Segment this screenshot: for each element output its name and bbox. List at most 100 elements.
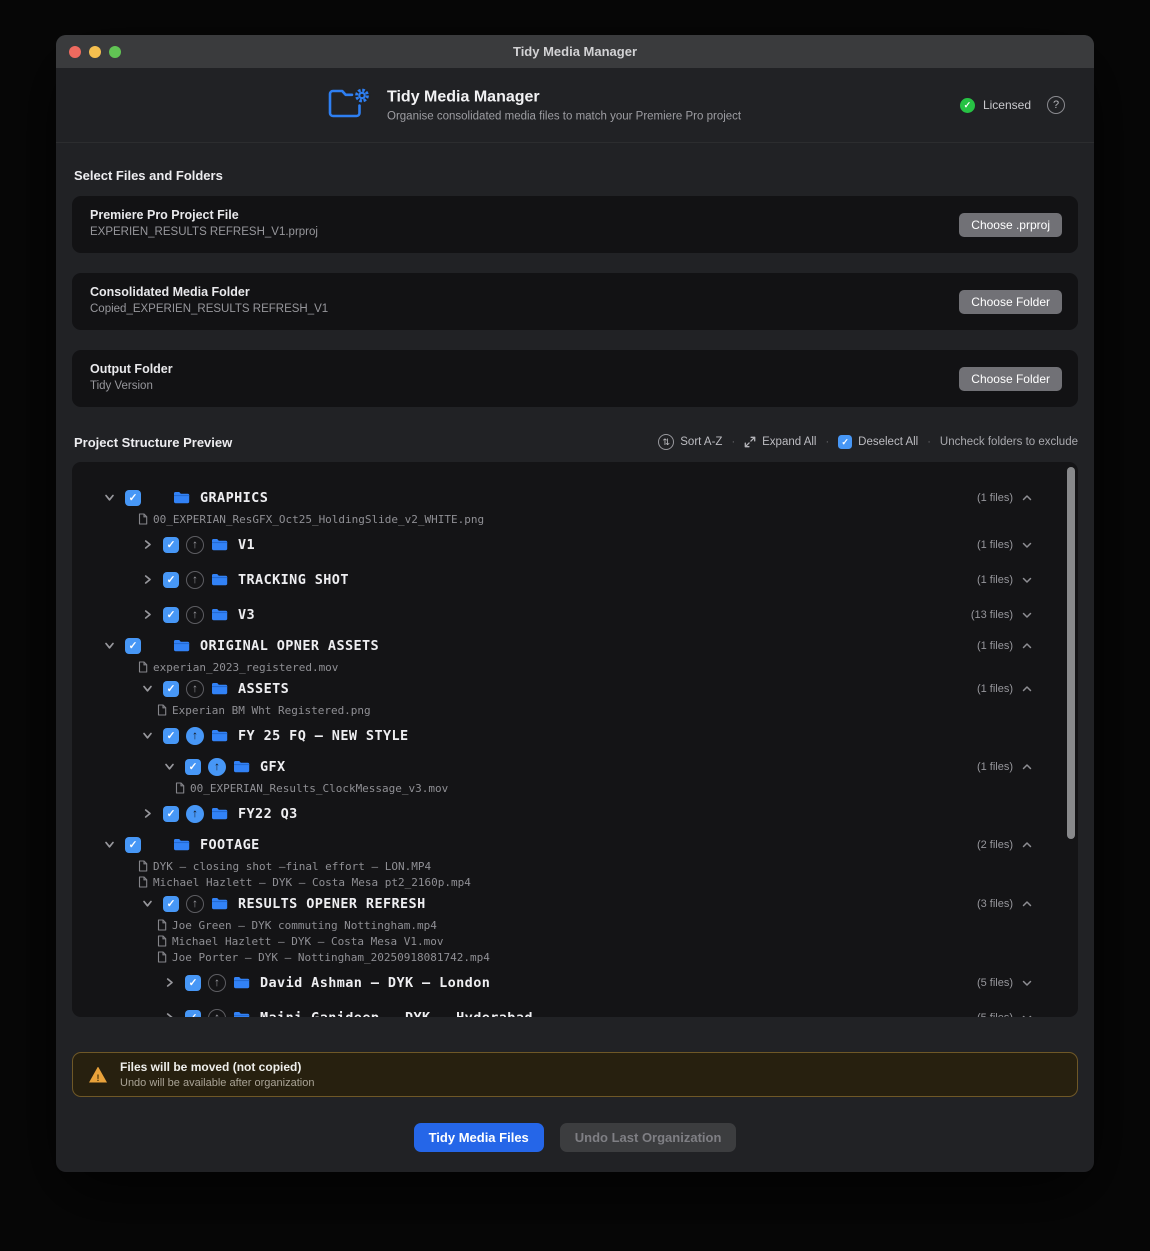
collapse-chevron-icon[interactable] [1022, 494, 1032, 502]
window-title: Tidy Media Manager [56, 44, 1094, 59]
move-up-icon[interactable]: ↑ [186, 606, 204, 624]
tree-folder-row[interactable]: ✓ ↑ David Ashman – DYK – London (5 files) [72, 965, 1078, 1000]
file-name: 00_EXPERIAN_Results_ClockMessage_v3.mov [190, 782, 448, 795]
tree-checkbox[interactable]: ✓ [163, 806, 179, 822]
project-file-card: Premiere Pro Project File EXPERIEN_RESUL… [72, 196, 1078, 253]
tree-checkbox[interactable]: ✓ [125, 837, 141, 853]
expand-chevron-icon[interactable] [1022, 541, 1032, 549]
warning-banner: ! Files will be moved (not copied) Undo … [72, 1052, 1078, 1097]
chevron-down-icon[interactable] [142, 683, 154, 694]
tree-checkbox[interactable]: ✓ [185, 975, 201, 991]
chevron-down-icon[interactable] [104, 839, 116, 850]
undo-last-organization-button[interactable]: Undo Last Organization [560, 1123, 737, 1152]
tree-folder-row[interactable]: ✓↑V1(1 files) [72, 527, 1078, 562]
select-section-heading: Select Files and Folders [74, 168, 1078, 183]
move-up-icon[interactable]: ↑ [186, 680, 204, 698]
chevron-right-icon[interactable] [164, 1012, 176, 1017]
scrollbar-thumb[interactable] [1067, 467, 1075, 839]
deselect-all-checkbox[interactable]: ✓ [838, 435, 852, 449]
move-up-icon[interactable]: ↑ [208, 1009, 226, 1018]
expand-all-button[interactable]: Expand All [744, 436, 816, 448]
collapse-chevron-icon[interactable] [1022, 642, 1032, 650]
licensed-label: Licensed [983, 98, 1031, 112]
tree-checkbox[interactable]: ✓ [163, 728, 179, 744]
tree-folder-row[interactable]: ✓FOOTAGE(2 files) [72, 831, 1078, 858]
file-icon [138, 860, 148, 872]
move-up-icon[interactable]: ↑ [186, 536, 204, 554]
choose-prproj-button[interactable]: Choose .prproj [959, 213, 1062, 237]
chevron-down-icon[interactable] [104, 492, 116, 503]
sort-az-button[interactable]: ⇅ Sort A-Z [658, 434, 722, 450]
tree-checkbox[interactable]: ✓ [163, 537, 179, 553]
tree-checkbox[interactable]: ✓ [163, 896, 179, 912]
tree-folder-row[interactable]: ✓↑FY22 Q3 [72, 796, 1078, 831]
project-file-label: Premiere Pro Project File [90, 208, 1062, 222]
collapse-chevron-icon[interactable] [1022, 900, 1032, 908]
move-up-icon[interactable]: ↑ [208, 758, 226, 776]
tree-file-row: Michael Hazlett – DYK – Costa Mesa pt2_2… [72, 874, 1078, 890]
licensed-seal-icon: ✓ [960, 98, 975, 113]
move-up-icon[interactable]: ↑ [186, 805, 204, 823]
file-count: (5 files) [977, 977, 1013, 989]
folder-name: RESULTS OPENER REFRESH [238, 896, 426, 912]
file-name: 00_EXPERIAN_ResGFX_Oct25_HoldingSlide_v2… [153, 513, 484, 526]
chevron-right-icon[interactable] [142, 609, 154, 620]
tree-folder-row[interactable]: ✓↑GFX(1 files) [72, 753, 1078, 780]
chevron-down-icon[interactable] [164, 761, 176, 772]
tree-folder-row[interactable]: ✓GRAPHICS(1 files) [72, 484, 1078, 511]
file-icon [157, 919, 167, 931]
file-count: (2 files) [977, 839, 1013, 851]
folder-name: GFX [260, 759, 286, 775]
collapse-chevron-icon[interactable] [1022, 685, 1032, 693]
move-up-icon[interactable]: ↑ [186, 571, 204, 589]
tree-checkbox[interactable]: ✓ [163, 681, 179, 697]
move-up-icon[interactable]: ↑ [208, 974, 226, 992]
chevron-right-icon[interactable] [164, 977, 176, 988]
file-icon [175, 782, 185, 794]
chevron-down-icon[interactable] [104, 640, 116, 651]
folder-icon [173, 639, 190, 652]
tree-folder-row[interactable]: ✓ORIGINAL OPNER ASSETS(1 files) [72, 632, 1078, 659]
chevron-right-icon[interactable] [142, 808, 154, 819]
tree-folder-row[interactable]: ✓↑ASSETS(1 files) [72, 675, 1078, 702]
move-up-icon[interactable]: ↑ [186, 895, 204, 913]
tree-checkbox[interactable]: ✓ [185, 759, 201, 775]
separator-dot: · [825, 436, 829, 448]
tree-checkbox[interactable]: ✓ [185, 1010, 201, 1018]
tree-folder-row[interactable]: ✓↑TRACKING SHOT(1 files) [72, 562, 1078, 597]
collapse-chevron-icon[interactable] [1022, 841, 1032, 849]
separator-dot: · [731, 436, 735, 448]
folder-icon [211, 538, 228, 551]
tree-checkbox[interactable]: ✓ [125, 490, 141, 506]
expand-chevron-icon[interactable] [1022, 576, 1032, 584]
help-icon[interactable]: ? [1047, 96, 1065, 114]
warning-title: Files will be moved (not copied) [120, 1060, 314, 1074]
project-file-value: EXPERIEN_RESULTS REFRESH_V1.prproj [90, 226, 1062, 238]
chevron-down-icon[interactable] [142, 898, 154, 909]
folder-icon [211, 729, 228, 742]
folder-name: David Ashman – DYK – London [260, 975, 490, 991]
choose-output-folder-button[interactable]: Choose Folder [959, 367, 1062, 391]
file-icon [138, 513, 148, 525]
tree-checkbox[interactable]: ✓ [163, 607, 179, 623]
expand-chevron-icon[interactable] [1022, 611, 1032, 619]
folder-name: FY 25 FQ – NEW STYLE [238, 728, 409, 744]
expand-chevron-icon[interactable] [1022, 979, 1032, 987]
folder-name: Maini Ganideep – DYK – Hyderabad [260, 1010, 533, 1018]
chevron-down-icon[interactable] [142, 730, 154, 741]
tree-folder-row[interactable]: ✓↑RESULTS OPENER REFRESH(3 files) [72, 890, 1078, 917]
tree-folder-row[interactable]: ✓↑V3(13 files) [72, 597, 1078, 632]
move-up-icon[interactable]: ↑ [186, 727, 204, 745]
expand-chevron-icon[interactable] [1022, 1014, 1032, 1018]
collapse-chevron-icon[interactable] [1022, 763, 1032, 771]
tidy-media-files-button[interactable]: Tidy Media Files [414, 1123, 544, 1152]
choose-media-folder-button[interactable]: Choose Folder [959, 290, 1062, 314]
tree-folder-row[interactable]: ✓↑Maini Ganideep – DYK – Hyderabad(5 fil… [72, 1000, 1078, 1017]
app-window: Tidy Media Manager Tidy Media Manager Or… [56, 35, 1094, 1172]
tree-checkbox[interactable]: ✓ [125, 638, 141, 654]
chevron-right-icon[interactable] [142, 574, 154, 585]
tree-folder-row[interactable]: ✓ ↑ FY 25 FQ – NEW STYLE [72, 718, 1078, 753]
chevron-right-icon[interactable] [142, 539, 154, 550]
deselect-all-control[interactable]: ✓ Deselect All [838, 435, 918, 449]
tree-checkbox[interactable]: ✓ [163, 572, 179, 588]
